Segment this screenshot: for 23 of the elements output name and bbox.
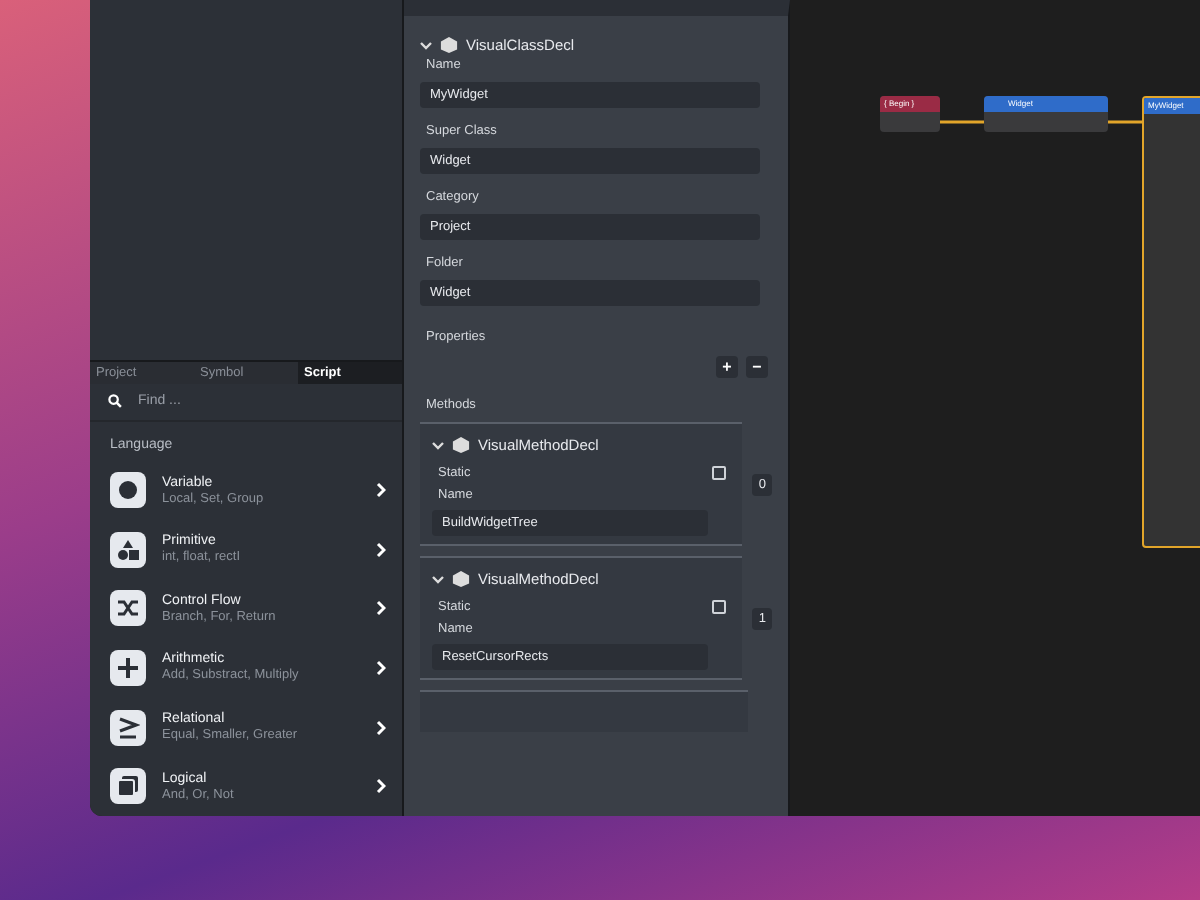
chevron-icon [376,600,386,617]
shapes-icon [116,537,140,562]
cube-icon [452,436,470,454]
cube-icon [452,570,470,588]
plus-icon [116,655,140,680]
circle-icon [116,478,140,503]
shuffle-icon [116,596,140,621]
chevron-icon [376,482,386,499]
caret-icon [432,575,444,583]
caret-icon [432,441,444,449]
chevron-icon [376,719,386,736]
search-icon [108,394,122,409]
add-button[interactable]: + [716,356,738,378]
cube-icon [440,36,458,54]
chevron-icon [376,659,386,676]
chevron-icon [376,541,386,558]
copy-icon [116,774,140,799]
caret-icon [420,41,432,49]
static-checkbox[interactable] [712,466,727,480]
greater-equal-icon [116,715,140,740]
remove-button[interactable]: − [746,356,768,378]
static-checkbox[interactable] [712,600,727,614]
chevron-icon [376,778,386,795]
